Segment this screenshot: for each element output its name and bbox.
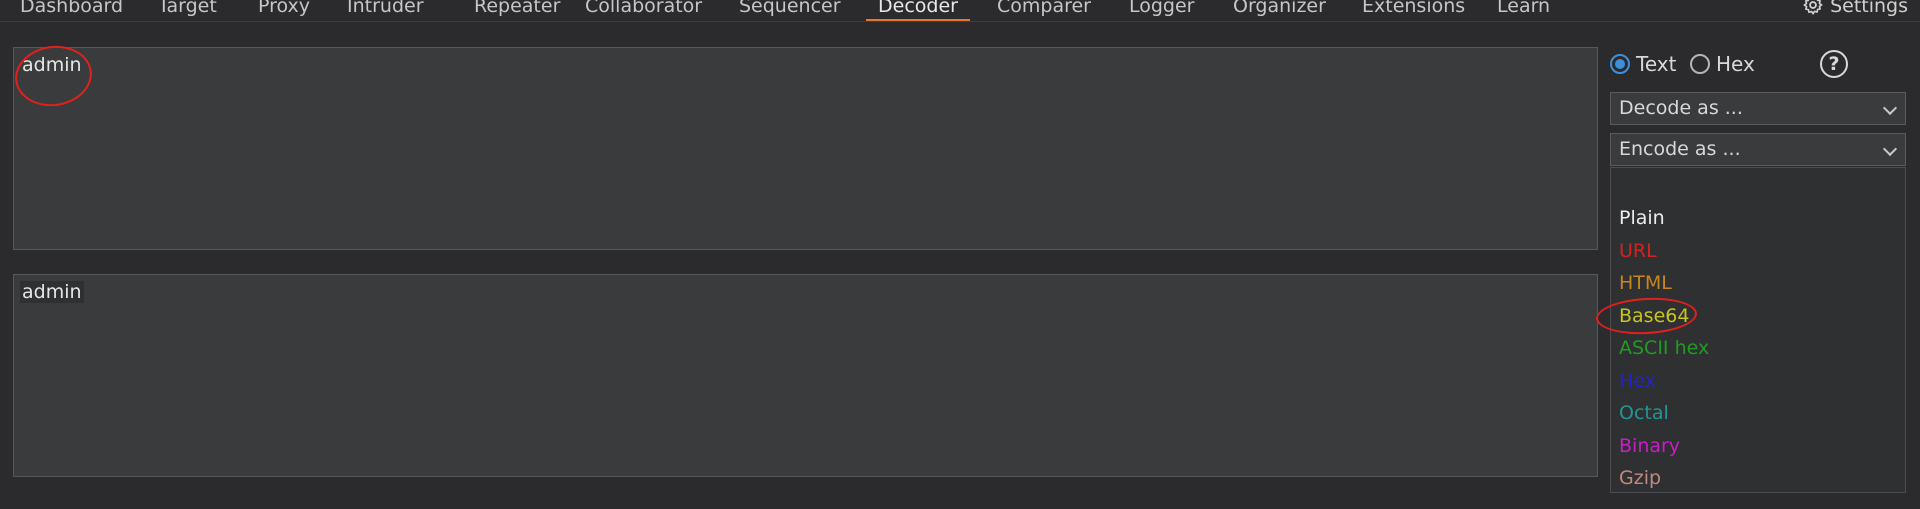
hex-radio-label: Hex <box>1716 52 1755 76</box>
tab-sequencer[interactable]: Sequencer <box>727 0 853 20</box>
tab-organizer[interactable]: Organizer <box>1221 0 1338 20</box>
decode-as-dropdown[interactable]: Decode as ... <box>1610 92 1906 125</box>
settings-label: Settings <box>1830 0 1908 17</box>
text-radio[interactable]: Text <box>1610 52 1676 76</box>
encode-as-dropdown[interactable]: Encode as ... <box>1610 133 1906 166</box>
option-plain[interactable]: Plain <box>1619 203 1665 233</box>
option-html[interactable]: HTML <box>1619 268 1672 298</box>
chevron-down-icon <box>1882 100 1898 116</box>
tab-target[interactable]: Target <box>146 0 229 20</box>
tab-intruder[interactable]: Intruder <box>335 0 436 20</box>
tab-bar: Dashboard Target Proxy Intruder Repeater… <box>0 0 1920 22</box>
tab-logger[interactable]: Logger <box>1117 0 1207 20</box>
tab-learn[interactable]: Learn <box>1485 0 1562 20</box>
text-radio-label: Text <box>1636 52 1677 76</box>
input-panel[interactable]: admin <box>13 47 1598 250</box>
radio-unselected-icon <box>1690 54 1710 74</box>
tab-comparer[interactable]: Comparer <box>985 0 1103 20</box>
option-ascii-hex[interactable]: ASCII hex <box>1619 333 1709 363</box>
option-url[interactable]: URL <box>1619 236 1657 266</box>
option-binary[interactable]: Binary <box>1619 431 1680 461</box>
output-panel[interactable]: admin <box>13 274 1598 477</box>
gear-icon <box>1803 0 1823 15</box>
output-text: admin <box>20 281 84 303</box>
settings-button[interactable]: Settings <box>1802 0 1908 20</box>
tab-repeater[interactable]: Repeater <box>462 0 572 20</box>
chevron-down-icon <box>1882 141 1898 157</box>
tab-dashboard[interactable]: Dashboard <box>8 0 135 20</box>
tab-decoder[interactable]: Decoder <box>866 0 970 21</box>
tab-proxy[interactable]: Proxy <box>246 0 322 20</box>
tab-extensions[interactable]: Extensions <box>1350 0 1477 20</box>
option-gzip[interactable]: Gzip <box>1619 463 1661 492</box>
option-hex[interactable]: Hex <box>1619 366 1656 396</box>
hex-radio[interactable]: Hex <box>1690 52 1755 76</box>
help-icon[interactable]: ? <box>1820 50 1848 78</box>
option-octal[interactable]: Octal <box>1619 398 1669 428</box>
encode-as-label: Encode as ... <box>1619 138 1741 160</box>
tab-collaborator[interactable]: Collaborator <box>573 0 714 20</box>
radio-selected-icon <box>1610 54 1630 74</box>
decode-as-label: Decode as ... <box>1619 97 1743 119</box>
